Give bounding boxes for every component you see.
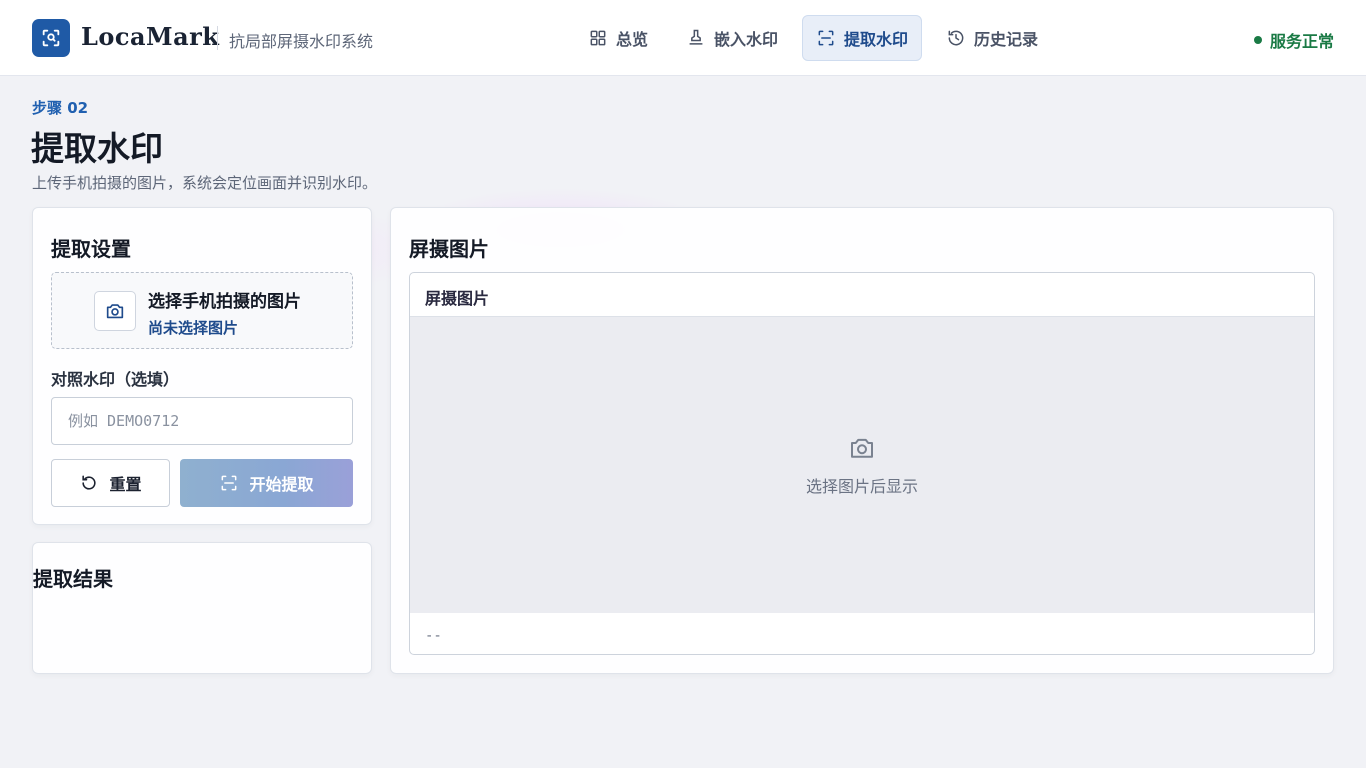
reset-button[interactable]: 重置: [51, 459, 170, 507]
nav-item-label: 嵌入水印: [714, 30, 779, 49]
image-preview-frame: 屏摄图片 选择图片后显示 --: [409, 272, 1315, 655]
upload-status: 尚未选择图片: [148, 319, 239, 337]
image-preview-area: 选择图片后显示: [410, 317, 1314, 613]
extract-settings-card: 提取设置 选择手机拍摄的图片 尚未选择图片 对照水印（选填） 重置 开始提取: [32, 207, 372, 525]
stamp-icon: [689, 29, 703, 45]
nav-item-label: 提取水印: [844, 30, 909, 49]
preview-title: 屏摄图片: [409, 237, 489, 261]
image-upload-dropzone[interactable]: 选择手机拍摄的图片 尚未选择图片: [51, 272, 353, 349]
result-title: 提取结果: [33, 567, 113, 591]
upload-title: 选择手机拍摄的图片: [148, 292, 301, 312]
status-text: 服务正常: [1269, 32, 1334, 51]
service-status: 服务正常: [1253, 28, 1334, 52]
history-icon: [948, 30, 964, 46]
settings-title: 提取设置: [51, 237, 131, 261]
nav-item-label: 总览: [616, 30, 649, 49]
brand-divider: [217, 26, 218, 50]
nav-item-history[interactable]: 历史记录: [932, 15, 1052, 61]
step-label: 步骤 02: [32, 99, 89, 117]
nav-item-label: 历史记录: [974, 30, 1039, 49]
main-nav: 总览 嵌入水印 提取水印 历史记录: [574, 15, 1052, 61]
start-extract-button[interactable]: 开始提取: [180, 459, 353, 507]
page-title: 提取水印: [31, 129, 163, 168]
reset-button-label: 重置: [109, 477, 142, 494]
app-logo-icon[interactable]: [32, 19, 70, 57]
grid-icon: [590, 30, 606, 46]
top-navigation-bar: LocaMark 抗局部屏摄水印系统 总览 嵌入水印 提取水印 历史记录 服务正…: [0, 0, 1366, 76]
start-extract-label: 开始提取: [249, 477, 314, 494]
nav-item-extract[interactable]: 提取水印: [802, 15, 923, 61]
brand-subtitle: 抗局部屏摄水印系统: [229, 32, 374, 51]
scan-icon: [818, 30, 834, 46]
extract-result-card: 提取结果: [32, 542, 372, 674]
scan-icon: [222, 475, 237, 491]
nav-item-embed[interactable]: 嵌入水印: [672, 15, 792, 61]
reference-watermark-label: 对照水印（选填）: [51, 370, 180, 389]
nav-item-overview[interactable]: 总览: [574, 15, 662, 61]
camera-icon: [94, 291, 136, 331]
status-dot-icon: [1253, 36, 1262, 44]
captured-image-card: 屏摄图片 屏摄图片 选择图片后显示 --: [390, 207, 1334, 674]
preview-placeholder-text: 选择图片后显示: [805, 477, 918, 496]
page-description: 上传手机拍摄的图片，系统会定位画面并识别水印。: [32, 174, 378, 192]
reference-watermark-input[interactable]: [51, 397, 353, 445]
preview-frame-title: 屏摄图片: [410, 273, 1314, 317]
reset-icon: [82, 475, 97, 490]
preview-footer-text: --: [425, 628, 442, 644]
brand-name: LocaMark: [81, 22, 220, 51]
camera-icon: [851, 438, 873, 458]
